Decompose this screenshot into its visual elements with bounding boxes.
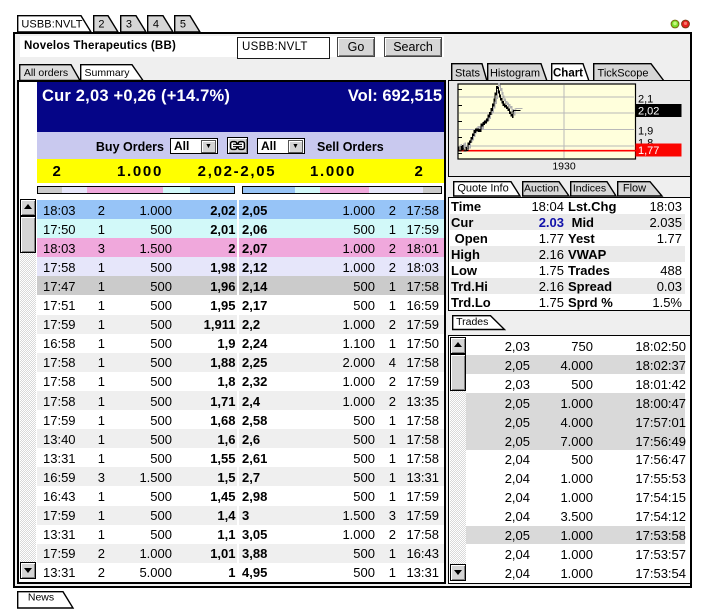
svg-text:Indices: Indices bbox=[573, 182, 606, 194]
svg-text:Chart: Chart bbox=[553, 67, 583, 79]
svg-text:Quote Info: Quote Info bbox=[457, 182, 508, 194]
svg-text:5: 5 bbox=[180, 19, 186, 31]
svg-text:Stats: Stats bbox=[454, 67, 480, 79]
svg-text:1,9: 1,9 bbox=[638, 126, 653, 138]
svg-text:2,02: 2,02 bbox=[638, 106, 659, 118]
svg-text:Summary: Summary bbox=[85, 67, 131, 79]
svg-text:2: 2 bbox=[98, 19, 104, 31]
svg-text:Histogram: Histogram bbox=[490, 67, 540, 79]
svg-text:Flow: Flow bbox=[623, 182, 646, 194]
svg-text:TickScope: TickScope bbox=[598, 67, 649, 79]
svg-text:1930: 1930 bbox=[552, 161, 576, 173]
svg-text:News: News bbox=[28, 592, 54, 604]
svg-text:USBB:NVLT: USBB:NVLT bbox=[21, 19, 82, 31]
svg-text:4: 4 bbox=[153, 19, 159, 31]
svg-text:3: 3 bbox=[126, 19, 132, 31]
svg-text:All orders: All orders bbox=[24, 67, 68, 79]
svg-text:2,1: 2,1 bbox=[638, 94, 653, 106]
svg-text:Auction: Auction bbox=[524, 182, 559, 194]
svg-text:1,77: 1,77 bbox=[638, 145, 659, 157]
svg-text:Trades: Trades bbox=[456, 316, 488, 328]
